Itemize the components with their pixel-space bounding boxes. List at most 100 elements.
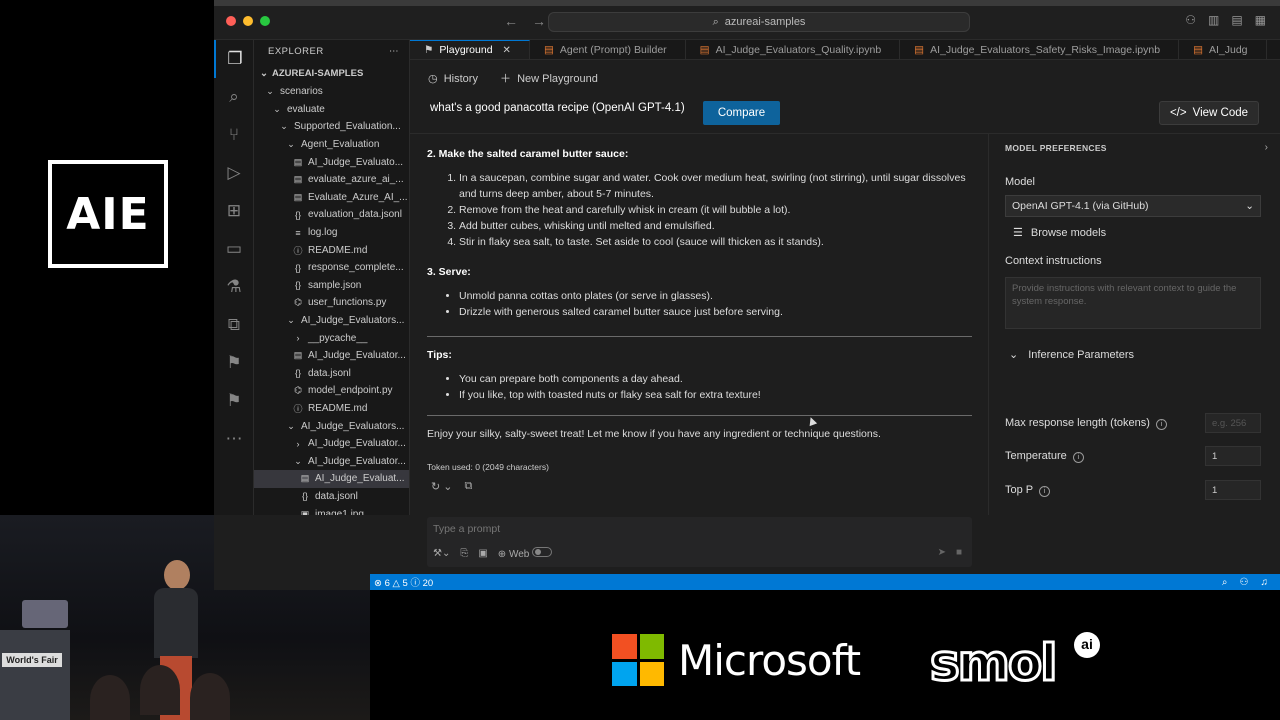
tree-item[interactable]: ▣ image1.jpg (254, 505, 409, 515)
zoom-icon[interactable]: ⌕ (1222, 577, 1228, 588)
microsoft-logo: Microsoft (612, 634, 861, 686)
extensions-icon[interactable]: ⊞ (214, 192, 254, 230)
notebook-icon: ▤ (1193, 43, 1203, 56)
tree-item[interactable]: ⌄ Agent_Evaluation (254, 136, 409, 154)
tree-item[interactable]: ⓘ README.md (254, 241, 409, 259)
tree-item-label: model_endpoint.py (308, 385, 393, 397)
run-debug-icon[interactable]: ▷ (214, 154, 254, 192)
toggle-sidebar-icon[interactable]: ▥ (1208, 13, 1219, 27)
copilot-status-icon[interactable]: ⚇ (1240, 577, 1249, 588)
tree-item[interactable]: ▤ evaluate_azure_ai_... (254, 171, 409, 189)
history-button[interactable]: ◷ History (428, 72, 478, 85)
more-actions-icon[interactable]: ⋯ (389, 46, 399, 57)
info-icon[interactable]: i (1039, 485, 1051, 497)
inference-params-toggle[interactable]: ⌄ Inference Parameters (1009, 348, 1134, 362)
tree-item[interactable]: ▤ Evaluate_Azure_AI_... (254, 189, 409, 207)
tree-item[interactable]: ⌄ AI_Judge_Evaluators... (254, 417, 409, 435)
python-icon: ⌬ (294, 385, 302, 396)
view-code-button[interactable]: </> View Code (1159, 101, 1259, 125)
max-length-input[interactable]: e.g. 256 (1205, 413, 1261, 433)
tree-item[interactable]: ≡ log.log (254, 224, 409, 242)
close-window-button[interactable] (226, 16, 236, 26)
context-label: Context instructions (1005, 255, 1102, 267)
compare-button[interactable]: Compare (703, 101, 780, 125)
search-activity-icon[interactable]: ⌕ (214, 78, 254, 116)
send-icon[interactable]: ➤ (938, 547, 946, 558)
new-playground-button[interactable]: ＋ New Playground (500, 70, 598, 86)
problems-indicator[interactable]: ⊗ 6 △ 5 ⓘ 20 (374, 575, 433, 589)
maximize-window-button[interactable] (260, 16, 270, 26)
json-icon: {} (294, 368, 301, 379)
explorer-icon[interactable]: ❐ (214, 40, 254, 78)
browse-models-button[interactable]: ☰ Browse models (1013, 226, 1106, 240)
tree-item-label: data.jsonl (308, 367, 351, 379)
minimize-window-button[interactable] (243, 16, 253, 26)
tree-item[interactable]: {} response_complete... (254, 259, 409, 277)
tree-item[interactable]: ▤ AI_Judge_Evaluat... (254, 470, 409, 488)
workspace-root[interactable]: ⌄ AZUREAI-SAMPLES (254, 63, 409, 83)
azure-icon[interactable]: ⚑ (214, 382, 254, 420)
stop-icon[interactable]: ■ (956, 547, 962, 558)
web-toggle[interactable]: ⊕ Web (498, 547, 553, 560)
copilot-icon[interactable]: ⚇ (1185, 13, 1196, 27)
regenerate-icon[interactable]: ↻ ⌄ (431, 480, 453, 493)
attach-icon[interactable]: ⎘ (460, 548, 468, 559)
image-icon[interactable]: ▣ (478, 548, 487, 559)
source-control-icon[interactable]: ⑂ (214, 116, 254, 154)
conversation-title: what's a good panacotta recipe (OpenAI G… (430, 102, 685, 114)
tab-label: AI_Judge_Evaluators_Quality.ipynb (715, 43, 882, 56)
tree-item[interactable]: ⌄ AI_Judge_Evaluator... (254, 452, 409, 470)
top-p-input[interactable]: 1 (1205, 480, 1261, 500)
forward-arrow-icon[interactable]: → (532, 13, 546, 29)
tree-item[interactable]: ▤ AI_Judge_Evaluato... (254, 153, 409, 171)
model-select[interactable]: OpenAI GPT-4.1 (via GitHub) ⌄ (1005, 195, 1261, 217)
back-arrow-icon[interactable]: ← (504, 13, 518, 29)
list-item: Drizzle with generous salted caramel but… (459, 304, 972, 320)
tab-2[interactable]: ▤ AI_Judge_Evaluators_Quality.ipynb (686, 40, 901, 59)
file-tree: ⌄ scenarios ⌄ evaluate ⌄ Supported_Evaluation… (254, 83, 409, 515)
tree-item[interactable]: › AI_Judge_Evaluator... (254, 435, 409, 453)
toggle-panel-icon[interactable]: ▤ (1231, 13, 1242, 27)
copy-icon[interactable]: ⧉ (465, 480, 473, 493)
tree-item[interactable]: {} sample.json (254, 277, 409, 295)
layout-icon[interactable]: ▦ (1255, 13, 1266, 27)
notifications-icon[interactable]: ♫ (1261, 577, 1269, 588)
tree-item[interactable]: ⌬ user_functions.py (254, 294, 409, 312)
tools-icon[interactable]: ⚒⌄ (433, 548, 450, 559)
containers-icon[interactable]: ⧉ (214, 306, 254, 344)
model-label: Model (1005, 176, 1035, 188)
tree-item[interactable]: {} evaluation_data.jsonl (254, 206, 409, 224)
collapse-chevron-icon[interactable]: › (1265, 142, 1268, 153)
microsoft-grid-icon (612, 634, 664, 686)
smol-wordmark: smol (928, 633, 1058, 694)
info-icon[interactable]: i (1072, 451, 1084, 463)
tree-item[interactable]: ⌄ scenarios (254, 83, 409, 101)
temperature-input[interactable]: 1 (1205, 446, 1261, 466)
tree-item-label: evaluation_data.jsonl (308, 209, 402, 221)
testing-icon[interactable]: ⚗ (214, 268, 254, 306)
tree-item[interactable]: ⌄ Supported_Evaluation... (254, 118, 409, 136)
tree-item[interactable]: ⓘ README.md (254, 400, 409, 418)
context-instructions-input[interactable]: Provide instructions with relevant conte… (1005, 277, 1261, 329)
tree-item[interactable]: ⌄ AI_Judge_Evaluators... (254, 312, 409, 330)
tab-1[interactable]: ▤ Agent (Prompt) Builder (530, 40, 686, 59)
more-icon[interactable]: ⋯ (214, 420, 254, 458)
tree-item[interactable]: › __pycache__ (254, 329, 409, 347)
tree-item[interactable]: ⌄ evaluate (254, 101, 409, 119)
web-switch[interactable] (532, 547, 553, 557)
window-controls[interactable] (226, 16, 270, 26)
prompt-input[interactable] (433, 523, 833, 535)
tree-item[interactable]: {} data.jsonl (254, 365, 409, 383)
info-icon[interactable]: i (1155, 418, 1167, 430)
command-center-search[interactable]: ⌕ azureai-samples (548, 12, 970, 32)
tree-item[interactable]: ⌬ model_endpoint.py (254, 382, 409, 400)
status-right: ⌕ ⚇ ♫ (1195, 574, 1280, 590)
ai-toolkit-icon[interactable]: ⚑ (214, 344, 254, 382)
tree-item[interactable]: {} data.jsonl (254, 488, 409, 506)
tab-3[interactable]: ▤ AI_Judge_Evaluators_Safety_Risks_Image.… (900, 40, 1180, 59)
remote-explorer-icon[interactable]: ▭ (214, 230, 254, 268)
tab-4[interactable]: ▤ AI_Judg (1179, 40, 1267, 59)
tree-item[interactable]: ▤ AI_Judge_Evaluator... (254, 347, 409, 365)
tab-0[interactable]: ⚑ Playground ✕ (410, 40, 530, 59)
close-tab-icon[interactable]: ✕ (503, 45, 511, 56)
